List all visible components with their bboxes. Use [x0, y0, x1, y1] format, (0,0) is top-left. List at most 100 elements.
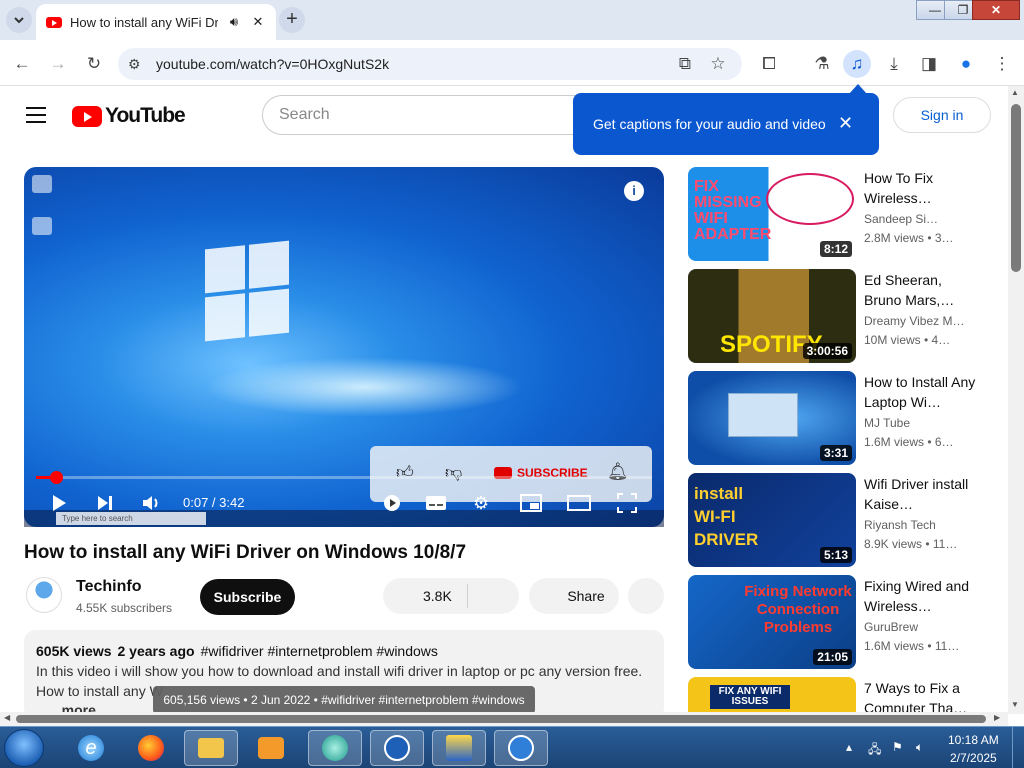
recommendation-meta: 8.9K views • 11…: [864, 537, 958, 551]
search-input[interactable]: Search: [262, 95, 602, 135]
video-thumbnail[interactable]: FIX MISSING WIFI ADAPTER 8:12: [688, 167, 856, 261]
window-close-button[interactable]: ✕: [972, 0, 1020, 20]
bookmark-star-icon[interactable]: ☆: [704, 50, 732, 78]
recommendation-channel[interactable]: Riyansh Tech: [864, 518, 936, 532]
show-hidden-icons[interactable]: ▴: [846, 740, 852, 754]
profile-avatar-icon[interactable]: ●: [952, 50, 980, 78]
recommendation-channel[interactable]: MJ Tube: [864, 416, 910, 430]
media-controls-icon[interactable]: ♫: [843, 50, 871, 78]
settings-gear-icon[interactable]: ⚙: [473, 492, 489, 514]
upload-age: 2 years ago: [117, 643, 195, 659]
recommendation-title[interactable]: Wifi Driver install Kaise…: [864, 474, 976, 514]
side-panel-icon[interactable]: ◨: [915, 50, 943, 78]
volume-tray-icon[interactable]: 🔈︎: [916, 740, 923, 755]
wifi-icon[interactable]: [370, 730, 424, 766]
recommendation-title[interactable]: Ed Sheeran, Bruno Mars,…: [864, 270, 976, 310]
reload-icon[interactable]: ↻: [80, 50, 108, 78]
hashtags[interactable]: #wifidriver #internetproblem #windows: [201, 643, 438, 659]
tab-search-button[interactable]: [6, 7, 32, 33]
close-icon[interactable]: ✕: [838, 113, 853, 134]
like-button[interactable]: 3.8K: [383, 578, 519, 614]
extensions-icon[interactable]: ⧠: [755, 50, 783, 78]
scroll-down-icon[interactable]: ▼: [1011, 700, 1019, 709]
labs-flask-icon[interactable]: ⚗: [808, 50, 836, 78]
guide-menu-icon[interactable]: [26, 107, 46, 123]
back-icon[interactable]: ←: [8, 50, 36, 78]
recommendation-item[interactable]: Fixing Network Connection Problems 21:05…: [688, 575, 1000, 669]
play-icon[interactable]: [50, 492, 68, 514]
recommendation-title[interactable]: How to Install Any Laptop Wi…: [864, 372, 976, 412]
recommendation-channel[interactable]: Dreamy Vibez M…: [864, 314, 964, 328]
firefox-icon[interactable]: [124, 730, 178, 766]
subtitles-icon[interactable]: [425, 492, 447, 514]
recommendation-channel[interactable]: GuruBrew: [864, 620, 918, 634]
fullscreen-icon[interactable]: [617, 492, 637, 514]
info-icon[interactable]: i: [624, 181, 644, 201]
address-bar[interactable]: youtube.com/watch?v=0HOxgNutS2k: [118, 48, 742, 80]
video-thumbnail[interactable]: FIX ANY WIFI ISSUES: [688, 677, 856, 712]
action-center-flag-icon[interactable]: ⚑: [892, 740, 903, 754]
video-thumbnail[interactable]: SPOTIFY 3:00:56: [688, 269, 856, 363]
install-app-icon[interactable]: ⧉: [671, 50, 699, 78]
recommendation-item[interactable]: FIX MISSING WIFI ADAPTER 8:12 How To Fix…: [688, 167, 1000, 261]
install-icon[interactable]: [432, 730, 486, 766]
recommendation-title[interactable]: 7 Ways to Fix a Computer Tha…: [864, 678, 976, 712]
recommendation-channel[interactable]: Sandeep Si…: [864, 212, 938, 226]
scroll-up-icon[interactable]: ▲: [1011, 88, 1019, 97]
video-content-search: Type here to search: [56, 512, 206, 525]
vertical-scroll-thumb[interactable]: [1011, 104, 1021, 272]
sign-in-button[interactable]: Sign in: [893, 97, 991, 133]
thumbnail-text: FIX MISSING WIFI ADAPTER: [694, 178, 772, 243]
volume-icon[interactable]: [142, 492, 162, 514]
new-tab-button[interactable]: +: [279, 7, 305, 33]
subscribe-button[interactable]: Subscribe: [200, 579, 295, 615]
video-thumbnail[interactable]: 3:31: [688, 371, 856, 465]
scrubber-handle[interactable]: [50, 471, 63, 484]
recommendation-item[interactable]: install WI-FI DRIVER 5:13 Wifi Driver in…: [688, 473, 1000, 567]
caption-promo-tooltip: Get captions for your audio and video: [573, 84, 879, 155]
video-duration: 21:05: [813, 649, 852, 665]
share-button[interactable]: Share: [529, 578, 619, 614]
youtube-logo[interactable]: YouTube: [72, 104, 186, 128]
file-explorer-icon[interactable]: [184, 730, 238, 766]
like-divider: [467, 584, 468, 608]
scroll-left-icon[interactable]: ◀: [4, 713, 10, 722]
autoplay-toggle-icon[interactable]: [382, 492, 402, 514]
download-icon[interactable]: ⤓: [880, 50, 908, 78]
youtube-play-logo-icon: [72, 105, 102, 127]
horizontal-scroll-thumb[interactable]: [16, 715, 986, 723]
browser-tab[interactable]: How to install any WiFi Dri 🔊︎ ✕: [36, 4, 276, 40]
show-desktop-button[interactable]: [1012, 727, 1024, 768]
channel-name[interactable]: Techinfo: [76, 578, 141, 596]
network-tray-icon[interactable]: 🖧: [868, 740, 881, 761]
speaker-icon[interactable]: 🔊︎: [226, 14, 242, 30]
internet-explorer-icon[interactable]: e: [64, 730, 118, 766]
site-info-icon[interactable]: ⚙: [128, 56, 141, 73]
recommendation-item[interactable]: FIX ANY WIFI ISSUES 7 Ways to Fix a Comp…: [688, 677, 1000, 712]
recommendation-title[interactable]: How To Fix Wireless…: [864, 168, 976, 208]
video-thumbnail[interactable]: Fixing Network Connection Problems 21:05: [688, 575, 856, 669]
menu-kebab-icon[interactable]: ⋮: [988, 50, 1016, 78]
recommendation-title[interactable]: Fixing Wired and Wireless…: [864, 576, 976, 616]
start-button[interactable]: [4, 729, 44, 767]
progress-bar[interactable]: [36, 476, 652, 479]
clock-date[interactable]: 2/7/2025: [950, 751, 997, 765]
recommendation-item[interactable]: 3:31 How to Install Any Laptop Wi… MJ Tu…: [688, 371, 1000, 465]
tools-icon[interactable]: [494, 730, 548, 766]
app-green-icon[interactable]: [308, 730, 362, 766]
theater-mode-icon[interactable]: [567, 492, 591, 514]
channel-avatar[interactable]: [26, 577, 62, 613]
clock-time[interactable]: 10:18 AM: [948, 733, 999, 747]
next-icon[interactable]: [96, 492, 114, 514]
miniplayer-icon[interactable]: [520, 492, 542, 514]
thumbnail-text: Fixing Network Connection Problems: [744, 583, 852, 636]
scroll-right-icon[interactable]: ▶: [994, 713, 1000, 722]
recommendation-item[interactable]: SPOTIFY 3:00:56 Ed Sheeran, Bruno Mars,……: [688, 269, 1000, 363]
windows-logo-icon: [205, 240, 289, 342]
media-player-icon[interactable]: [244, 730, 298, 766]
more-actions-button[interactable]: [628, 578, 664, 614]
desktop-computer-icon: [32, 175, 52, 193]
forward-icon[interactable]: →: [44, 50, 72, 78]
tab-close-button[interactable]: ✕: [250, 14, 266, 30]
video-thumbnail[interactable]: install WI-FI DRIVER 5:13: [688, 473, 856, 567]
